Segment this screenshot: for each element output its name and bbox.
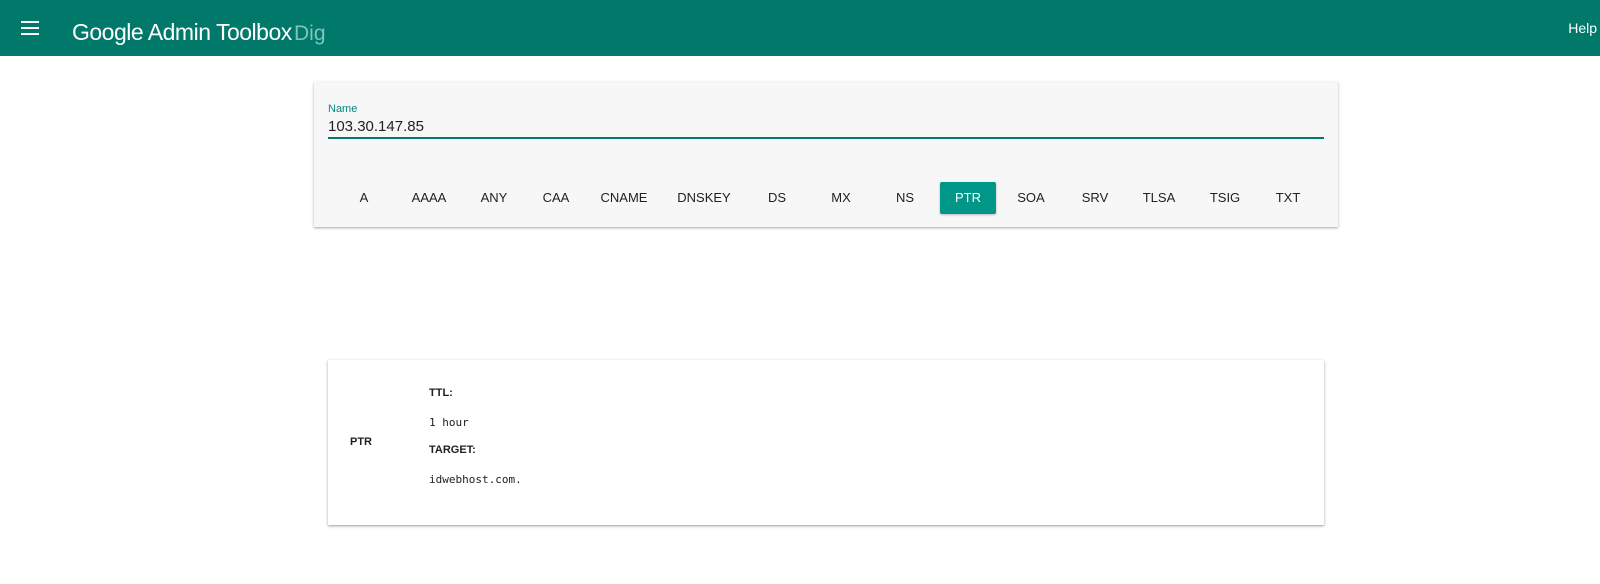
- type-button-any[interactable]: ANY: [466, 182, 522, 214]
- ttl-label: TTL:: [429, 387, 453, 399]
- type-button-txt[interactable]: TXT: [1260, 182, 1316, 214]
- type-button-mx[interactable]: MX: [813, 182, 869, 214]
- query-card: Name A AAAA ANY CAA CNAME DNSKEY DS MX N…: [314, 82, 1338, 227]
- type-button-tsig[interactable]: TSIG: [1197, 182, 1253, 214]
- name-input[interactable]: [328, 115, 1324, 139]
- name-field-label: Name: [328, 103, 358, 115]
- type-button-dnskey[interactable]: DNSKEY: [669, 182, 739, 214]
- app-bar: Google Admin Toolbox Dig Help: [0, 0, 1600, 56]
- result-card: PTR TTL: 1 hour TARGET: idwebhost.com.: [328, 360, 1324, 525]
- target-value: idwebhost.com.: [429, 473, 522, 486]
- app-title: Google Admin Toolbox: [72, 19, 292, 45]
- type-button-ns[interactable]: NS: [877, 182, 933, 214]
- type-button-cname[interactable]: CNAME: [589, 182, 659, 214]
- app-subtitle: Dig: [294, 22, 326, 45]
- ttl-value: 1 hour: [429, 416, 469, 429]
- type-button-soa[interactable]: SOA: [1003, 182, 1059, 214]
- help-link[interactable]: Help: [1568, 20, 1597, 36]
- type-button-ds[interactable]: DS: [749, 182, 805, 214]
- record-type-buttons: A AAAA ANY CAA CNAME DNSKEY DS MX NS PTR…: [326, 182, 1326, 214]
- record-type-label: PTR: [350, 436, 372, 448]
- menu-icon[interactable]: [18, 16, 42, 40]
- type-button-a[interactable]: A: [336, 182, 392, 214]
- type-button-caa[interactable]: CAA: [528, 182, 584, 214]
- type-button-ptr[interactable]: PTR: [940, 182, 996, 214]
- type-button-tlsa[interactable]: TLSA: [1131, 182, 1187, 214]
- type-button-srv[interactable]: SRV: [1067, 182, 1123, 214]
- type-button-aaaa[interactable]: AAAA: [401, 182, 457, 214]
- target-label: TARGET:: [429, 444, 476, 456]
